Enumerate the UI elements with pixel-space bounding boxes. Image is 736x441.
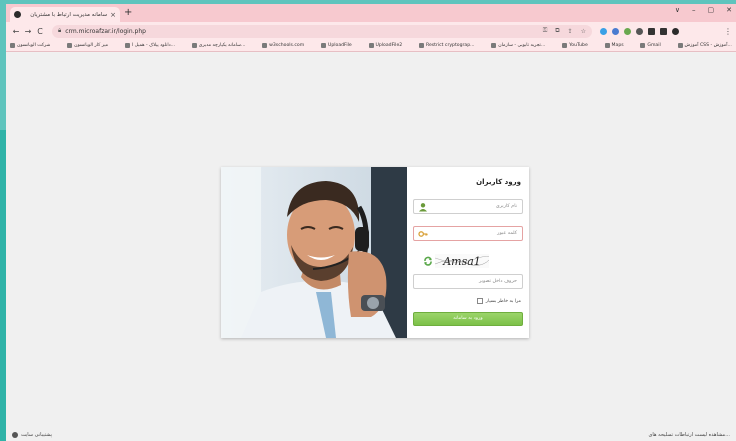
maximize-icon[interactable]: ▢ — [708, 6, 715, 14]
key-icon — [418, 231, 428, 237]
close-tab-icon[interactable]: × — [110, 11, 116, 19]
sidebar-icon[interactable] — [660, 27, 667, 35]
captcha-placeholder: حروف داخل تصویر — [479, 279, 517, 284]
bookmark-item[interactable]: دانلود پیلاک - همیل ا... — [124, 43, 175, 48]
page-footer: پشتیبانی سایت مشاهده لیست ارتباطات تسلیح… — [6, 429, 736, 441]
bookmark-item[interactable]: آموزش CSS - آموزش... — [677, 43, 732, 48]
captcha-text: Amsa1 — [442, 255, 481, 268]
bookmark-icon — [491, 43, 497, 48]
browser-window: سامانه مدیریت ارتباط با مشتریان × + ∨ – … — [6, 4, 736, 441]
browser-toolbar: ← → C 🔒︎ crm.microafzar.ir/login.php ⚿ ⧉… — [6, 22, 736, 40]
extension-icon[interactable] — [612, 27, 619, 35]
extension-icon[interactable] — [600, 27, 607, 35]
captcha-input[interactable]: حروف داخل تصویر — [413, 274, 523, 289]
extension-icon[interactable] — [624, 27, 631, 35]
tab-search-icon[interactable]: ∨ — [675, 6, 680, 14]
address-bar[interactable]: 🔒︎ crm.microafzar.ir/login.php ⚿ ⧉ ⇪ ☆ — [52, 24, 592, 38]
w3-icon — [262, 43, 268, 48]
login-card: ورود کاربران نام کاربری کلمه عبور Amsa1 … — [221, 167, 529, 338]
upload-icon — [320, 43, 326, 48]
translate-icon[interactable]: ⧉ — [555, 27, 559, 35]
bookmark-icon — [191, 43, 197, 48]
gmail-icon — [640, 43, 646, 48]
page-content: ورود کاربران نام کاربری کلمه عبور Amsa1 … — [6, 53, 736, 429]
username-input[interactable]: نام کاربری — [413, 199, 523, 214]
bookmark-item[interactable]: Restrict cryptograp... — [418, 43, 475, 48]
remember-label: مرا به خاطر بسپار — [485, 298, 521, 304]
login-submit-button[interactable]: ورود به سامانه — [413, 312, 523, 326]
puzzle-icon[interactable] — [648, 27, 655, 35]
profile-avatar-icon[interactable] — [672, 27, 679, 35]
bookmark-item[interactable]: تجربه تابوبی - سازمان... — [491, 43, 545, 48]
new-tab-button[interactable]: + — [124, 7, 132, 19]
extension-icon[interactable] — [636, 27, 643, 35]
password-placeholder: کلمه عبور — [497, 231, 517, 236]
reload-button[interactable]: C — [34, 27, 46, 36]
bookmark-item[interactable]: UploadFile — [320, 43, 352, 48]
login-title: ورود کاربران — [476, 178, 521, 186]
menu-kebab-icon[interactable]: ⋮ — [724, 27, 732, 36]
bookmark-icon — [67, 43, 73, 48]
agent-illustration — [221, 167, 407, 338]
bookmarks-bar: شرکت الوبانسون میز کار الوبانسون دانلود پی… — [6, 40, 736, 52]
bookmark-icon — [418, 43, 424, 48]
remember-me[interactable]: مرا به خاطر بسپار — [476, 298, 521, 304]
remember-checkbox[interactable] — [476, 298, 483, 304]
back-button[interactable]: ← — [10, 27, 22, 36]
tab-title: سامانه مدیریت ارتباط با مشتریان — [30, 11, 108, 18]
bookmark-icon — [124, 43, 130, 48]
username-placeholder: نام کاربری — [495, 204, 517, 209]
share-icon[interactable]: ⇪ — [568, 28, 573, 35]
minimize-icon[interactable]: – — [692, 6, 696, 14]
close-window-icon[interactable]: ✕ — [726, 6, 732, 14]
bookmark-item[interactable]: UploadFile2 — [368, 43, 402, 48]
url-text[interactable]: crm.microafzar.ir/login.php — [65, 28, 535, 35]
window-controls: ∨ – ▢ ✕ — [675, 6, 732, 14]
youtube-icon — [562, 43, 568, 48]
key-icon[interactable]: ⚿ — [543, 27, 548, 35]
maps-icon — [604, 43, 610, 48]
login-form: ورود کاربران نام کاربری کلمه عبور Amsa1 … — [407, 167, 529, 338]
lock-icon[interactable]: 🔒︎ — [58, 27, 61, 35]
forward-button[interactable]: → — [22, 27, 34, 36]
bookmark-item[interactable]: میز کار الوبانسون — [67, 43, 108, 48]
bookmark-item[interactable]: سامانه یکپارچه مدیری... — [191, 43, 245, 48]
password-input[interactable]: کلمه عبور — [413, 226, 523, 241]
user-icon — [419, 203, 427, 212]
bookmark-icon — [677, 43, 683, 48]
bookmark-item[interactable]: YouTube — [562, 43, 588, 48]
support-agent-photo — [221, 167, 407, 338]
star-icon[interactable]: ☆ — [581, 28, 586, 35]
tab-strip: سامانه مدیریت ارتباط با مشتریان × + ∨ – … — [6, 4, 736, 22]
footer-note: مشاهده لیست ارتباطات تسلیحه های... — [648, 432, 730, 438]
bookmark-item[interactable]: w3schools.com — [262, 43, 304, 48]
upload-icon — [368, 43, 374, 48]
bookmark-item[interactable]: Maps — [604, 43, 624, 48]
extensions — [600, 27, 679, 35]
site-favicon-icon — [14, 11, 21, 18]
bookmark-icon — [10, 43, 15, 48]
support-link[interactable]: پشتیبانی سایت — [12, 432, 52, 438]
tab-crm-login[interactable]: سامانه مدیریت ارتباط با مشتریان × — [10, 7, 120, 22]
bookmark-item[interactable]: Gmail — [640, 43, 661, 48]
captcha-image: Amsa1 — [434, 253, 491, 268]
support-icon — [12, 432, 18, 438]
refresh-captcha-icon[interactable] — [423, 256, 433, 266]
bookmark-item[interactable]: شرکت الوبانسون — [10, 43, 50, 48]
